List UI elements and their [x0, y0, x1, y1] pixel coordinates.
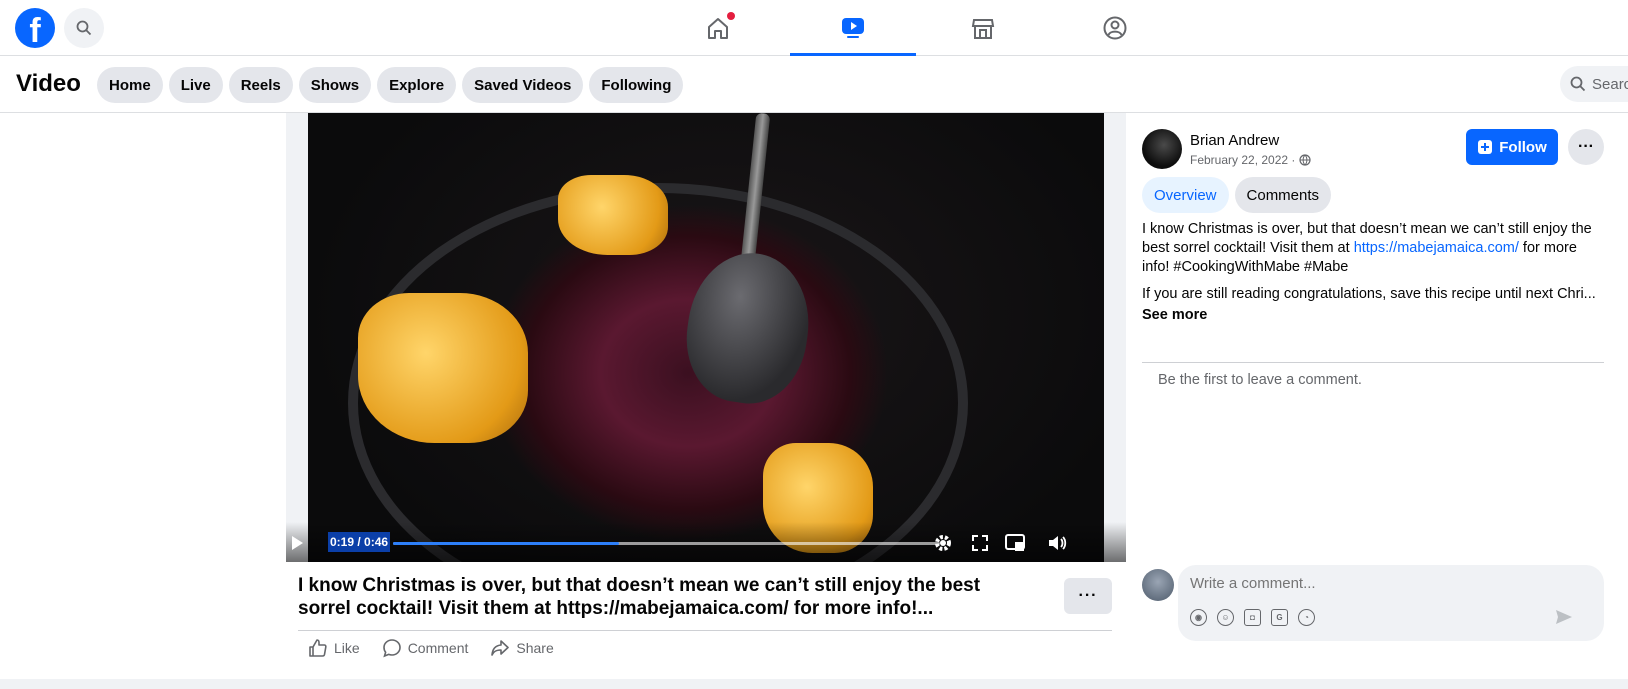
comment-button[interactable]: Comment — [382, 638, 469, 658]
video-actions: Like Comment Share — [308, 638, 554, 658]
nav-tab-marketplace[interactable] — [920, 0, 1046, 56]
share-icon — [491, 640, 510, 656]
video-controls: 0:19 / 0:46 — [286, 522, 1126, 562]
facebook-logo[interactable]: f — [15, 8, 55, 50]
video-nav-pills: Home Live Reels Shows Explore Saved Vide… — [97, 67, 684, 103]
top-navigation-bar: f — [0, 0, 1628, 56]
settings-button[interactable] — [932, 532, 954, 554]
add-friend-icon — [1478, 140, 1493, 154]
tab-comments[interactable]: Comments — [1234, 177, 1332, 213]
share-label: Share — [516, 640, 554, 656]
search-placeholder: Search — [1592, 75, 1628, 93]
more-horizontal-icon: ··· — [1078, 587, 1098, 604]
post-date-text: February 22, 2022 · — [1190, 153, 1296, 167]
comment-tools: ◉ ☺ ◘ G ◔ — [1190, 609, 1315, 626]
progress-fill — [393, 542, 619, 545]
follow-label: Follow — [1499, 138, 1547, 156]
nav-tab-home[interactable] — [655, 0, 781, 56]
author-name[interactable]: Brian Andrew — [1190, 132, 1279, 149]
comment-icon — [382, 639, 401, 658]
description-link[interactable]: https://mabejamaica.com/ — [1354, 240, 1519, 256]
notification-dot — [727, 12, 735, 20]
post-date: February 22, 2022 · — [1190, 153, 1312, 167]
video-info-panel: I know Christmas is over, but that doesn… — [286, 562, 1126, 679]
post-more-button[interactable]: ··· — [1568, 129, 1604, 165]
progress-bar[interactable] — [393, 542, 940, 545]
volume-icon — [1049, 536, 1067, 550]
like-icon — [309, 639, 327, 657]
marketplace-icon — [971, 19, 995, 39]
user-avatar[interactable] — [1142, 569, 1174, 601]
post-tabs: Overview Comments — [1142, 177, 1332, 213]
send-icon[interactable] — [1554, 607, 1574, 627]
video-scene-orange — [558, 175, 668, 255]
divider — [1142, 362, 1604, 363]
see-more-link[interactable]: See more — [1142, 306, 1604, 325]
groups-icon — [1103, 16, 1127, 40]
volume-button[interactable] — [1046, 532, 1068, 554]
share-button[interactable]: Share — [490, 638, 554, 658]
video-search-input[interactable]: Search — [1560, 66, 1628, 102]
tab-overview[interactable]: Overview — [1142, 177, 1229, 213]
post-side-panel: Brian Andrew February 22, 2022 · Follow … — [1126, 113, 1628, 679]
empty-comments-message: Be the first to leave a comment. — [1158, 372, 1362, 388]
search-icon — [1570, 76, 1586, 92]
pill-saved-videos[interactable]: Saved Videos — [462, 67, 584, 103]
home-icon — [708, 18, 728, 39]
fullscreen-icon — [972, 535, 988, 551]
avatar-sticker-icon[interactable]: ◉ — [1190, 609, 1207, 626]
camera-icon[interactable]: ◘ — [1244, 609, 1261, 626]
like-button[interactable]: Like — [308, 638, 360, 658]
description-paragraph: If you are still reading congratulations… — [1142, 286, 1596, 302]
globe-icon — [1299, 154, 1312, 166]
play-icon — [292, 536, 303, 550]
author-avatar[interactable] — [1142, 129, 1182, 169]
gif-icon[interactable]: G — [1271, 609, 1288, 626]
nav-tab-groups[interactable] — [1052, 0, 1178, 56]
more-horizontal-icon: ··· — [1578, 138, 1594, 155]
video-icon — [842, 17, 864, 38]
pill-home[interactable]: Home — [97, 67, 163, 103]
video-frame[interactable] — [308, 113, 1104, 562]
video-caption: I know Christmas is over, but that doesn… — [298, 575, 981, 619]
page-title: Video — [16, 70, 81, 97]
nav-tab-video[interactable] — [790, 0, 916, 56]
comment-label: Comment — [407, 640, 469, 656]
post-description: I know Christmas is over, but that doesn… — [1142, 220, 1604, 325]
picture-in-picture-icon — [1005, 534, 1025, 551]
picture-in-picture-button[interactable] — [1004, 532, 1026, 554]
fullscreen-button[interactable] — [969, 532, 991, 554]
video-time: 0:19 / 0:46 — [328, 532, 391, 552]
follow-button[interactable]: Follow — [1466, 129, 1558, 165]
pill-reels[interactable]: Reels — [228, 67, 293, 103]
play-button[interactable] — [286, 532, 308, 554]
description-paragraph: I know Christmas is over, but that doesn… — [1142, 220, 1604, 277]
gear-icon — [935, 535, 951, 551]
search-button[interactable] — [64, 8, 104, 48]
page-bottom-strip — [0, 679, 1628, 689]
video-more-button[interactable]: ··· — [1064, 578, 1112, 614]
video-scene-orange — [358, 293, 528, 443]
left-panel — [0, 113, 286, 679]
pill-explore[interactable]: Explore — [377, 67, 457, 103]
like-label: Like — [334, 640, 360, 656]
emoji-icon[interactable]: ☺ — [1217, 609, 1234, 626]
pill-shows[interactable]: Shows — [298, 67, 372, 103]
search-icon — [76, 20, 92, 36]
divider — [298, 630, 1112, 631]
sticker-icon[interactable]: ◔ — [1298, 609, 1315, 626]
pill-live[interactable]: Live — [168, 67, 223, 103]
pill-following[interactable]: Following — [589, 67, 684, 103]
comment-input[interactable] — [1190, 575, 1570, 592]
video-subnav: Video Home Live Reels Shows Explore Save… — [0, 56, 1628, 113]
video-player[interactable]: 0:19 / 0:46 — [286, 113, 1126, 562]
comment-composer: ◉ ☺ ◘ G ◔ — [1178, 565, 1604, 641]
